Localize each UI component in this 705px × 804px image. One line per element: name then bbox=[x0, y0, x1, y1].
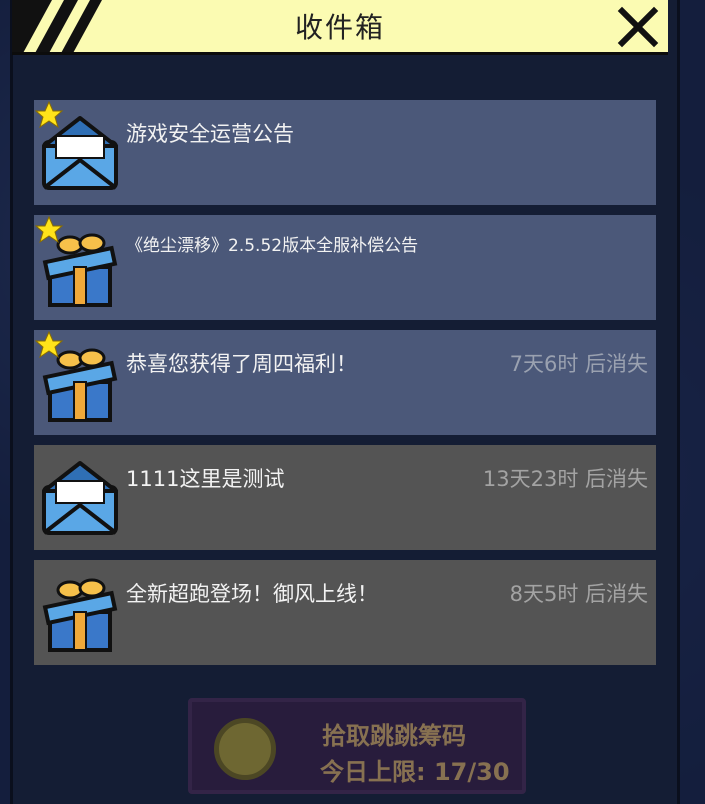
mail-item[interactable]: 1111这里是测试 13天23时 后消失 bbox=[34, 445, 656, 550]
mail-expire-time: 7天6时 后消失 bbox=[509, 352, 648, 376]
mail-item[interactable]: 全新超跑登场！御风上线！ 8天5时 后消失 bbox=[34, 560, 656, 665]
close-icon[interactable] bbox=[616, 5, 660, 49]
daily-limit-label: 今日上限: 17/30 bbox=[320, 758, 510, 786]
star-icon bbox=[34, 215, 64, 244]
mail-item[interactable]: 游戏安全运营公告 bbox=[34, 100, 656, 205]
mail-list: 游戏安全运营公告 《绝尘漂移》2.5.52版本全服补偿公告 恭喜您获得了周四福利… bbox=[34, 100, 656, 675]
mail-item[interactable]: 恭喜您获得了周四福利！ 7天6时 后消失 bbox=[34, 330, 656, 435]
envelope-icon bbox=[42, 461, 118, 535]
coin-icon bbox=[214, 718, 276, 780]
star-icon bbox=[34, 330, 64, 359]
mail-subject: 恭喜您获得了周四福利！ bbox=[126, 352, 357, 376]
mail-subject: 《绝尘漂移》2.5.52版本全服补偿公告 bbox=[126, 236, 419, 256]
mail-subject: 全新超跑登场！御风上线！ bbox=[126, 582, 378, 606]
mail-item[interactable]: 《绝尘漂移》2.5.52版本全服补偿公告 bbox=[34, 215, 656, 320]
inbox-header: 收件箱 bbox=[12, 0, 668, 55]
mail-expire-time: 8天5时 后消失 bbox=[509, 582, 648, 606]
mail-expire-time: 13天23时 后消失 bbox=[482, 467, 648, 491]
page-title: 收件箱 bbox=[294, 11, 385, 44]
mail-subject: 1111这里是测试 bbox=[126, 467, 285, 491]
star-icon bbox=[34, 100, 64, 129]
chip-pickup-badge: 拾取跳跳筹码 今日上限: 17/30 bbox=[188, 698, 526, 794]
mail-subject: 游戏安全运营公告 bbox=[126, 122, 294, 146]
gift-box-icon bbox=[42, 578, 118, 652]
chip-pickup-label: 拾取跳跳筹码 bbox=[322, 722, 466, 750]
